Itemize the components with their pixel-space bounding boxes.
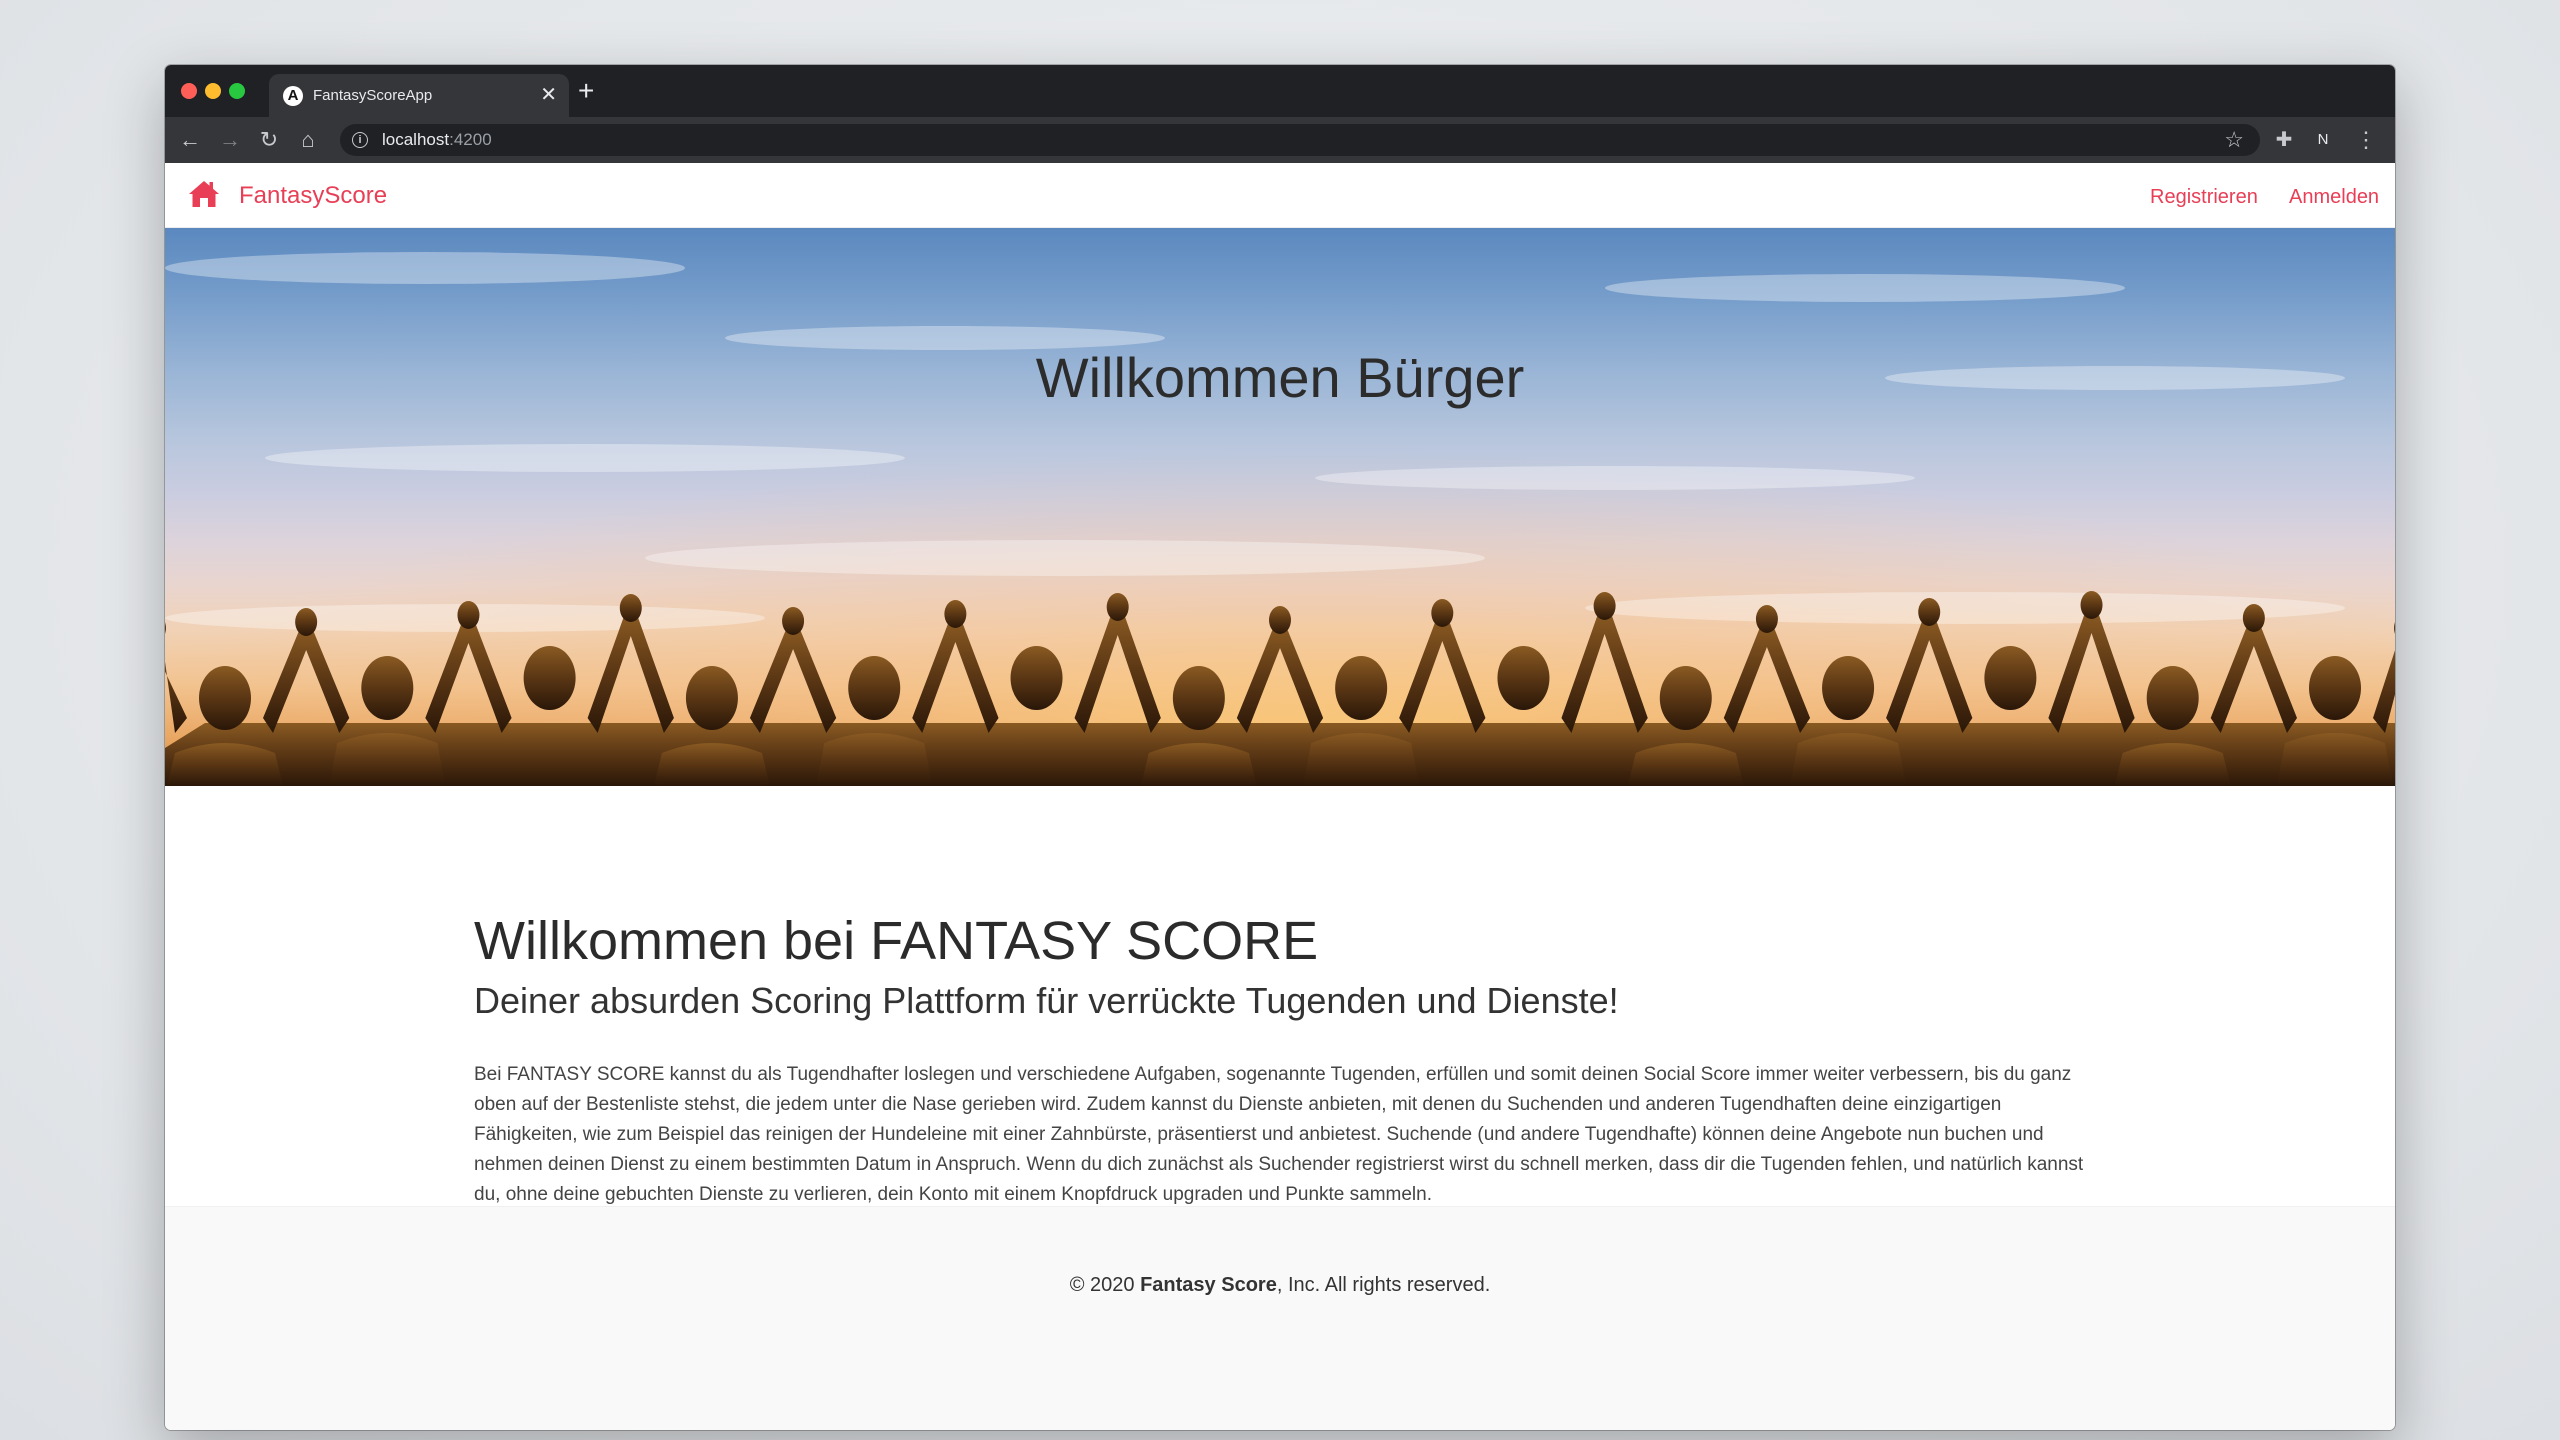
- url-text[interactable]: localhost:4200: [382, 130, 492, 150]
- copyright-suffix: , Inc. All rights reserved.: [1276, 1274, 1491, 1296]
- bookmark-star-icon[interactable]: ☆: [2224, 128, 2244, 152]
- copyright-prefix: © 2020: [1069, 1274, 1141, 1296]
- page-subtitle: Deiner absurden Scoring Plattform für ve…: [474, 980, 1619, 1021]
- angular-favicon-icon: A: [283, 86, 303, 106]
- reload-icon[interactable]: ↻: [258, 129, 280, 151]
- copyright-text: © 2020 Fantasy Score, Inc. All rights re…: [165, 1273, 2395, 1297]
- intro-paragraph: Bei FANTASY SCORE kannst du als Tugendha…: [474, 1064, 2084, 1205]
- browser-tab[interactable]: A FantasyScoreApp ✕: [269, 74, 569, 117]
- site-info-icon[interactable]: i: [352, 132, 368, 148]
- company-name: Fantasy Score: [1140, 1274, 1277, 1296]
- browser-window: A FantasyScoreApp ✕ + ← → ↻ ⌂ i localhos…: [165, 65, 2395, 1430]
- profile-avatar[interactable]: N: [2311, 128, 2335, 152]
- home-icon[interactable]: ⌂: [297, 129, 319, 151]
- brand-link[interactable]: FantasyScore: [239, 182, 387, 210]
- tab-strip: A FantasyScoreApp ✕ +: [165, 65, 2395, 117]
- maximize-window-button[interactable]: [229, 83, 245, 99]
- address-bar[interactable]: i localhost:4200 ☆: [340, 124, 2260, 156]
- forward-icon[interactable]: →: [219, 129, 241, 151]
- login-link[interactable]: Anmelden: [2289, 185, 2379, 209]
- url-port: :4200: [449, 130, 492, 149]
- hero-banner: Willkommen Bürger: [165, 228, 2395, 786]
- new-tab-icon[interactable]: +: [578, 77, 594, 105]
- url-host: localhost: [382, 130, 450, 149]
- hero-background-image: [165, 228, 2395, 786]
- extensions-icon[interactable]: ✚: [2273, 129, 2295, 151]
- home-brand-icon[interactable]: [187, 179, 221, 209]
- tab-title: FantasyScoreApp: [313, 87, 433, 104]
- hero-title: Willkommen Bürger: [1035, 346, 1525, 409]
- close-tab-icon[interactable]: ✕: [540, 85, 557, 105]
- menu-kebab-icon[interactable]: ⋮: [2355, 129, 2377, 151]
- page-title: Willkommen bei FANTASY SCORE: [474, 911, 1319, 971]
- register-link[interactable]: Registrieren: [2150, 185, 2258, 209]
- site-navbar: FantasyScore Registrieren Anmelden: [165, 163, 2395, 228]
- minimize-window-button[interactable]: [205, 83, 221, 99]
- back-icon[interactable]: ←: [179, 129, 201, 151]
- footer: © 2020 Fantasy Score, Inc. All rights re…: [165, 1206, 2395, 1430]
- browser-toolbar: ← → ↻ ⌂ i localhost:4200 ☆ ✚ N ⋮: [165, 117, 2395, 164]
- close-window-button[interactable]: [181, 83, 197, 99]
